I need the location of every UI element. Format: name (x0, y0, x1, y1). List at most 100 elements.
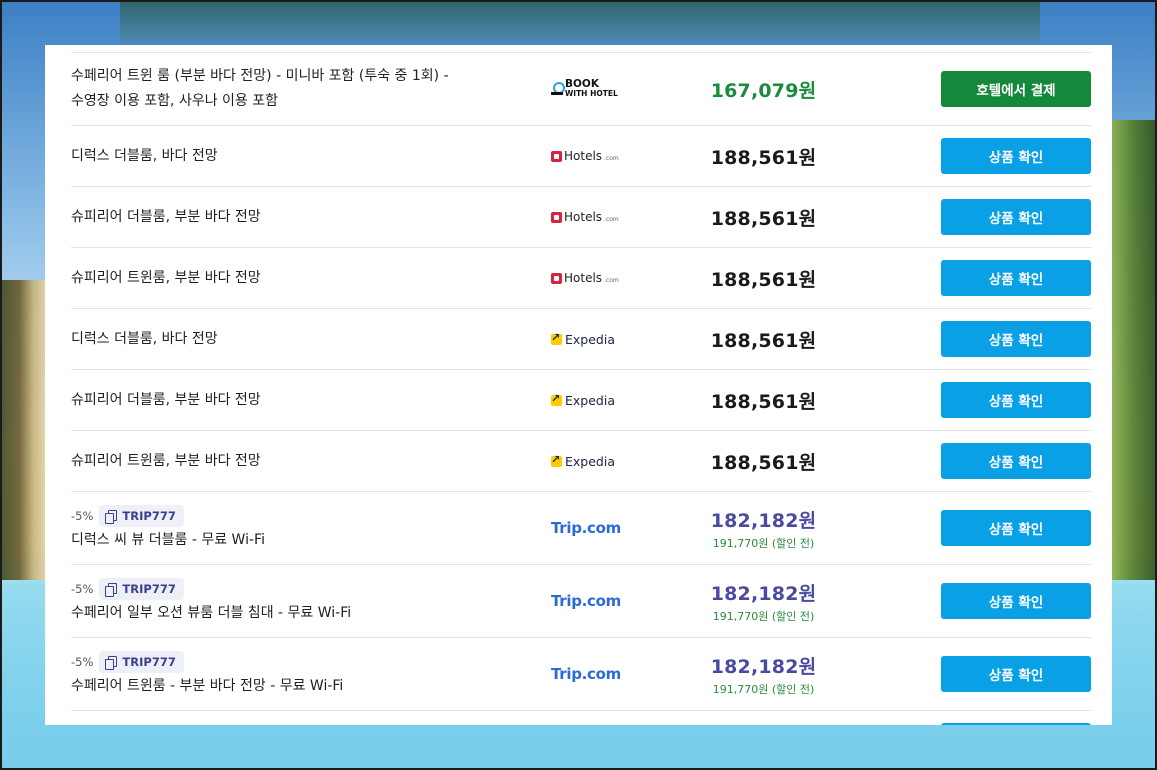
room-name: 수페리어 트윈룸 - 부분 바다 전망 - 무료 Wi-Fi (71, 678, 344, 694)
view-offer-button[interactable]: 상품 확인 (941, 656, 1091, 692)
coupon-code-button[interactable]: TRIP777 (99, 505, 184, 527)
provider-logo-hotels: Hotels .com (551, 187, 671, 247)
price: 188,561원 (710, 329, 817, 352)
expedia-icon (551, 331, 562, 345)
provider-suffix: .com (604, 216, 619, 223)
room-name-block: -5% TRIP777 수페리어 트윈룸 - 부분 바다 전망 - 무료 Wi-… (71, 650, 541, 698)
view-offer-button[interactable]: 상품 확인 (941, 443, 1091, 479)
trip-logo: Trip.com (551, 592, 621, 610)
provider-label: Expedia (565, 392, 615, 408)
provider-logo-expedia: Expedia (551, 309, 671, 369)
offer-row: -5% TRIP777 디럭스 씨 뷰 더블룸 - 무료 Wi-Fi Trip.… (71, 492, 1091, 565)
offer-list: 수페리어 트윈 룸 (부분 바다 전망) - 미니바 포함 (투숙 중 1회) … (71, 52, 1091, 725)
offers-panel[interactable]: 수페리어 트윈 룸 (부분 바다 전망) - 미니바 포함 (투숙 중 1회) … (45, 45, 1112, 725)
price: 167,079원 (710, 79, 817, 102)
price: 188,561원 (710, 451, 817, 474)
room-name: 디럭스 더블룸, 바다 전망 (71, 331, 218, 347)
offer-row: 수페리어 트윈 룸 (부분 바다 전망) - 미니바 포함 (투숙 중 1회) … (71, 53, 1091, 126)
original-price: 191,770원 (할인 전) (712, 536, 815, 550)
offer-row: 슈피리어 더블룸, 부분 바다 전망 Hotels .com 188,561원 상… (71, 187, 1091, 248)
view-offer-button[interactable]: 상품 확인 (941, 199, 1091, 235)
coupon-code: TRIP777 (122, 655, 176, 669)
room-name-block: -5% TRIP777 디럭스 씨 뷰 더블룸 - 무료 Wi-Fi (71, 504, 541, 552)
price: 188,561원 (710, 146, 817, 169)
promo-line: -5% TRIP777 (71, 577, 541, 601)
room-name-line1: 수페리어 트윈 룸 (부분 바다 전망) - 미니바 포함 (투숙 중 1회) … (71, 68, 449, 84)
palm-canopy (120, 0, 1040, 50)
room-name: 슈피리어 트윈룸, 부분 바다 전망 (71, 270, 261, 286)
provider-suffix: .com (604, 155, 619, 162)
provider-label: Hotels (564, 149, 603, 163)
bell-icon (551, 80, 565, 98)
room-name: 수페리어 일부 오션 뷰룸 더블 침대 - 무료 Wi-Fi (71, 605, 352, 621)
room-name-block: -5% TRIP777 수페리어 일부 오션 뷰룸 더블 침대 - 무료 Wi-… (71, 577, 541, 625)
room-name: 슈피리어 트윈룸, 부분 바다 전망 (71, 453, 261, 469)
view-offer-button[interactable]: 상품 확인 (941, 138, 1091, 174)
price: 188,561원 (710, 207, 817, 230)
price: 182,182원 (710, 509, 817, 532)
view-offer-button[interactable]: 상품 확인 (941, 260, 1091, 296)
villa-left (0, 280, 48, 580)
room-name: 슈피리어 더블룸, 부분 바다 전망 (71, 209, 261, 225)
provider-logo-trip: Trip.com (551, 565, 671, 637)
provider-label: Expedia (565, 331, 615, 347)
view-offer-button[interactable]: 상품 확인 (941, 321, 1091, 357)
bookwithhotel-logo: BOOK WITH HOTEL (551, 79, 618, 99)
hotels-icon (551, 150, 562, 162)
provider-logo-expedia: Expedia (551, 431, 671, 491)
discount-badge: -5% (71, 655, 94, 669)
offer-row: 디럭스 더블룸, 바다 전망 Hotels .com 188,561원 상품 확인 (71, 126, 1091, 187)
provider-suffix: .com (604, 277, 619, 284)
hotels-icon (551, 211, 562, 223)
offer-row: -5% TRIP777 수페리어 트윈룸 - 부분 바다 전망 - 무료 Wi-… (71, 638, 1091, 711)
coupon-code-button[interactable]: TRIP777 (99, 651, 184, 673)
provider-logo-hotels: Hotels .com (551, 248, 671, 308)
room-name: 디럭스 더블룸, 바다 전망 (71, 148, 218, 164)
price: 182,182원 (710, 655, 817, 678)
expedia-icon (551, 392, 562, 406)
price-cell: 167,079원 (691, 53, 836, 125)
original-price: 191,770원 (할인 전) (712, 609, 815, 623)
coupon-code-button[interactable]: TRIP777 (99, 578, 184, 600)
copy-icon (105, 583, 118, 597)
price: 188,561원 (710, 268, 817, 291)
room-name: 수페리어 트윈 룸 (부분 바다 전망) - 미니바 포함 (투숙 중 1회) … (71, 64, 541, 114)
coupon-code: TRIP777 (122, 509, 176, 523)
offer-row: 슈피리어 트윈룸, 부분 바다 전망 Expedia 188,561원 상품 확… (71, 431, 1091, 492)
discount-badge: -5% (71, 509, 94, 523)
offer-row: 디럭스 더블룸, 바다 전망 Expedia 188,561원 상품 확인 (71, 309, 1091, 370)
view-offer-button[interactable]: 상품 확인 (941, 583, 1091, 619)
offer-row: 슈피리어 더블룸, 부분 바다 전망 Expedia 188,561원 상품 확… (71, 370, 1091, 431)
trip-logo: Trip.com (551, 519, 621, 537)
provider-label: Hotels (564, 210, 603, 224)
original-price: 191,770원 (할인 전) (712, 682, 815, 696)
coupon-code: TRIP777 (122, 582, 176, 596)
provider-label: Expedia (565, 453, 615, 469)
view-offer-button-partial[interactable] (941, 723, 1091, 725)
promo-line: -5% TRIP777 (71, 504, 541, 528)
provider-logo-trip: Trip.com (551, 492, 671, 564)
room-name: 디럭스 씨 뷰 더블룸 - 무료 Wi-Fi (71, 532, 265, 548)
provider-logo-hotels: Hotels .com (551, 126, 671, 186)
pay-at-hotel-button[interactable]: 호텔에서 결제 (941, 71, 1091, 107)
copy-icon (105, 510, 118, 524)
discount-badge: -5% (71, 582, 94, 596)
provider-label: Hotels (564, 271, 603, 285)
price: 182,182원 (710, 582, 817, 605)
price: 188,561원 (710, 390, 817, 413)
palm-right (1111, 120, 1157, 580)
view-offer-button[interactable]: 상품 확인 (941, 382, 1091, 418)
hotels-icon (551, 272, 562, 284)
room-name: 슈피리어 더블룸, 부분 바다 전망 (71, 392, 261, 408)
promo-line: -5% TRIP777 (71, 650, 541, 674)
view-offer-button[interactable]: 상품 확인 (941, 510, 1091, 546)
trip-logo: Trip.com (551, 665, 621, 683)
expedia-icon (551, 453, 562, 467)
provider-logo-expedia: Expedia (551, 370, 671, 430)
offer-row: -5% TRIP777 수페리어 일부 오션 뷰룸 더블 침대 - 무료 Wi-… (71, 565, 1091, 638)
provider-label-sub: WITH HOTEL (565, 89, 618, 98)
offer-row-partial (71, 711, 1091, 725)
copy-icon (105, 656, 118, 670)
provider-logo-bookwithhotel: BOOK WITH HOTEL (551, 53, 671, 125)
room-name-line2: 수영장 이용 포함, 사우나 이용 포함 (71, 93, 279, 109)
